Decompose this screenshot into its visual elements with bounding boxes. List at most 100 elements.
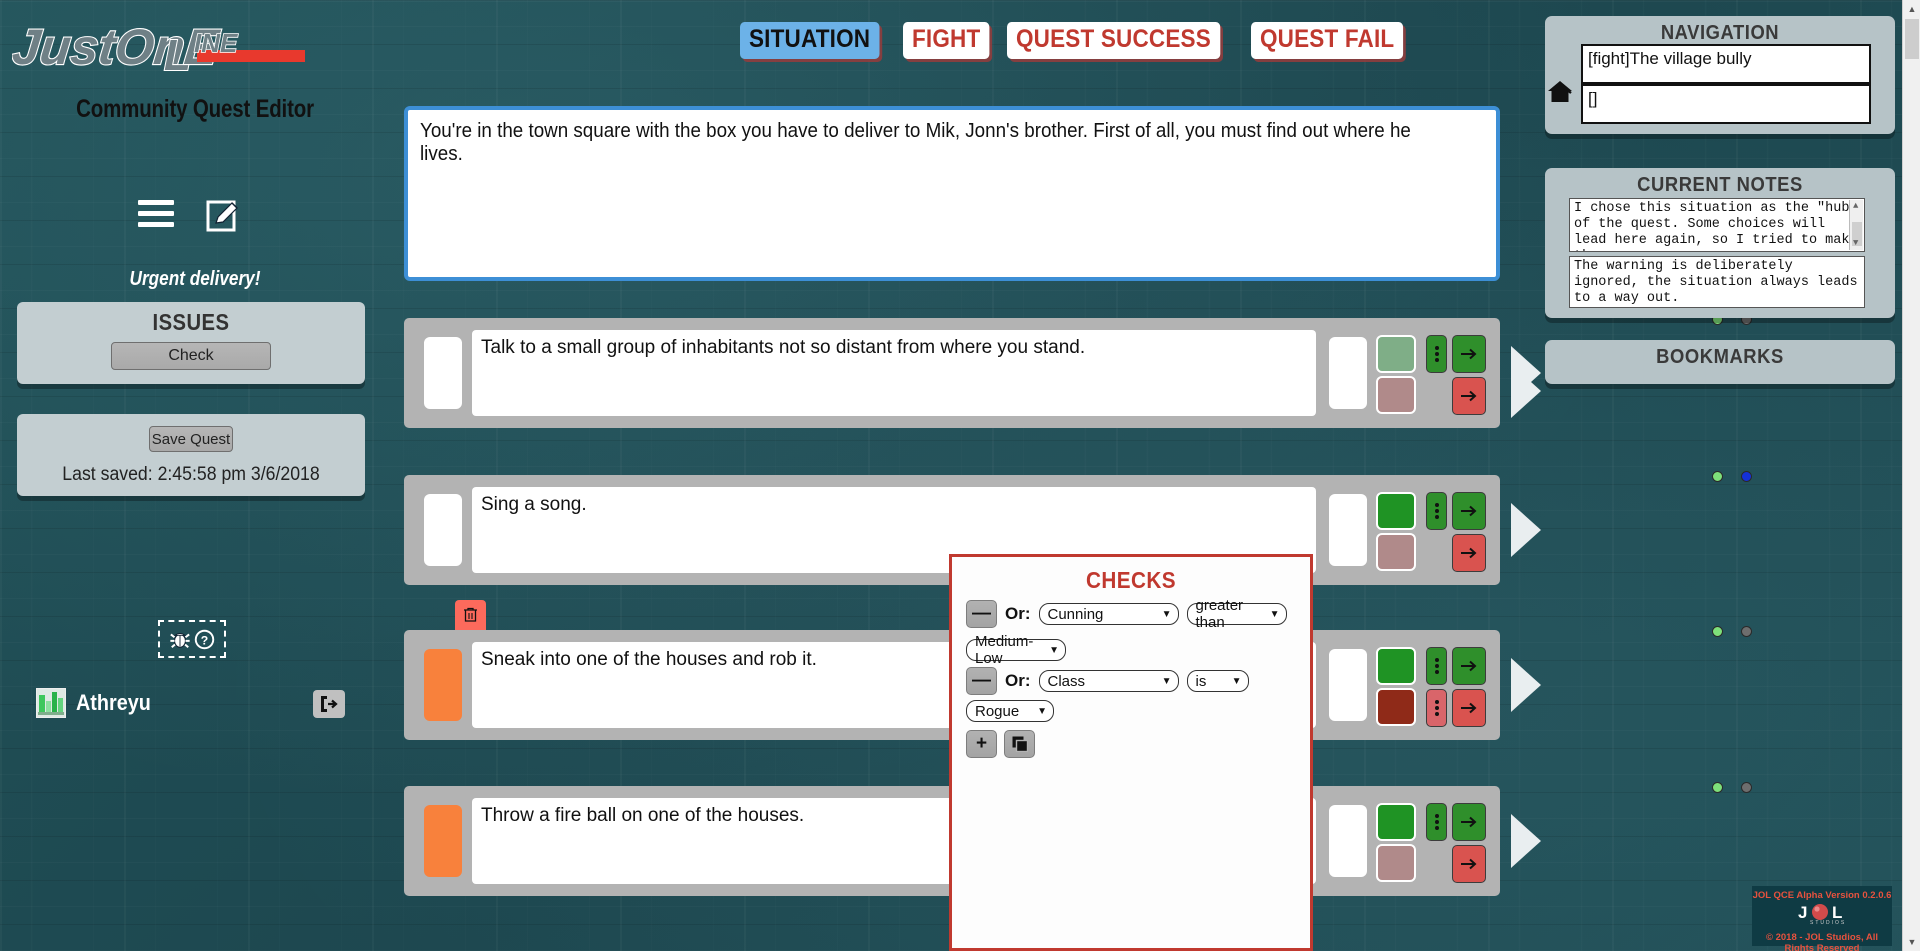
tab-situation[interactable]: SITUATION <box>740 22 879 59</box>
option-buttons <box>1426 335 1486 419</box>
status-dot-left[interactable] <box>1712 471 1723 482</box>
footer: JOL QCE Alpha Version 0.2.0.6 J L STUDIO… <box>1752 886 1892 946</box>
edit-pencil-icon[interactable] <box>206 198 242 232</box>
bug-icon[interactable] <box>169 628 191 650</box>
username-label: Athreyu <box>76 690 151 716</box>
svg-text:JustOnE: JustOnE <box>12 19 223 75</box>
option-status-dots <box>1712 624 1752 642</box>
option-expand-arrow[interactable] <box>1511 503 1541 557</box>
fail-swatch[interactable] <box>1376 844 1416 882</box>
success-menu-icon[interactable] <box>1426 647 1447 685</box>
remove-check-button-2[interactable]: — <box>966 667 997 695</box>
check-comparator-select-2[interactable]: is▼ <box>1187 670 1249 692</box>
success-swatch[interactable] <box>1376 492 1416 530</box>
bookmarks-expand-arrow[interactable] <box>1511 364 1541 418</box>
success-menu-icon[interactable] <box>1426 335 1447 373</box>
fail-goto-arrow-icon[interactable] <box>1452 534 1486 572</box>
success-swatch[interactable] <box>1376 335 1416 373</box>
status-dot-left[interactable] <box>1712 782 1723 793</box>
check-row-1: — Or: Cunning▼ greater than▼ Medium-Low▼ <box>952 594 1310 661</box>
success-menu-icon[interactable] <box>1426 803 1447 841</box>
question-circle-icon[interactable]: ? <box>194 629 215 650</box>
save-quest-button[interactable]: Save Quest <box>149 426 233 452</box>
tab-quest-fail[interactable]: QUEST FAIL <box>1251 22 1403 59</box>
success-goto-arrow-icon[interactable] <box>1452 803 1486 841</box>
current-notes-panel: CURRENT NOTES I chose this situation as … <box>1545 168 1895 318</box>
issues-title: ISSUES <box>38 302 344 336</box>
tab-fight[interactable]: FIGHT <box>903 22 989 59</box>
logout-icon[interactable] <box>313 690 345 718</box>
option-status-dots <box>1712 780 1752 798</box>
option-color-marker[interactable] <box>424 649 462 721</box>
scroll-thumb[interactable] <box>1905 19 1919 59</box>
check-attribute-select-1[interactable]: Cunning▼ <box>1039 603 1179 625</box>
hamburger-icon[interactable] <box>138 200 174 230</box>
option-buttons <box>1426 492 1486 576</box>
option-text[interactable]: Talk to a small group of inhabitants not… <box>472 330 1316 416</box>
check-value-select-1[interactable]: Medium-Low▼ <box>966 639 1066 661</box>
current-notes-field-1[interactable]: I chose this situation as the "hub" of t… <box>1569 198 1865 252</box>
scroll-down-button[interactable]: ▼ <box>1903 933 1920 951</box>
user-row[interactable]: Athreyu <box>36 688 159 718</box>
success-swatch[interactable] <box>1376 647 1416 685</box>
svg-text:?: ? <box>201 633 208 647</box>
bookmarks-panel[interactable]: BOOKMARKS <box>1545 340 1895 384</box>
option-secondary-box[interactable] <box>1329 649 1367 721</box>
check-attribute-select-2[interactable]: Class▼ <box>1039 670 1179 692</box>
status-dot-right[interactable] <box>1741 626 1752 637</box>
app-logo[interactable]: JustOnE L INE <box>12 14 382 84</box>
footer-copyright: © 2018 - JOL Studios, All Rights Reserve… <box>1752 932 1892 951</box>
success-goto-arrow-icon[interactable] <box>1452 647 1486 685</box>
success-menu-icon[interactable] <box>1426 492 1447 530</box>
check-comparator-select-1[interactable]: greater than▼ <box>1187 603 1287 625</box>
success-goto-arrow-icon[interactable] <box>1452 335 1486 373</box>
tab-quest-success[interactable]: QUEST SUCCESS <box>1007 22 1220 59</box>
option-secondary-box[interactable] <box>1329 805 1367 877</box>
option-secondary-box[interactable] <box>1329 494 1367 566</box>
status-dot-right[interactable] <box>1741 471 1752 482</box>
bug-report-box[interactable]: ? <box>158 620 226 658</box>
option-color-marker[interactable] <box>424 337 462 409</box>
copy-icon[interactable] <box>1004 730 1035 758</box>
fail-goto-arrow-icon[interactable] <box>1452 845 1486 883</box>
check-button[interactable]: Check <box>111 342 271 370</box>
quest-title: Urgent delivery! <box>27 268 362 291</box>
navigation-field-1[interactable]: [fight]The village bully <box>1581 44 1871 84</box>
status-dot-left[interactable] <box>1712 626 1723 637</box>
fail-swatch[interactable] <box>1376 376 1416 414</box>
home-icon[interactable] <box>1547 80 1573 104</box>
fail-menu-icon[interactable] <box>1426 689 1447 727</box>
option-secondary-box[interactable] <box>1329 337 1367 409</box>
add-check-button[interactable]: + <box>966 730 997 758</box>
tab-bar: SITUATION FIGHT QUEST SUCCESS QUEST FAIL <box>740 22 1420 59</box>
note-1-text: I chose this situation as the "hub" of t… <box>1574 201 1858 252</box>
check-value-select-2[interactable]: Rogue▼ <box>966 700 1054 722</box>
remove-check-button-1[interactable]: — <box>966 600 997 628</box>
fail-swatch[interactable] <box>1376 688 1416 726</box>
current-notes-field-2[interactable]: The warning is deliberately ignored, the… <box>1569 256 1865 308</box>
page-scrollbar[interactable]: ▲ ▼ <box>1902 0 1920 951</box>
option-color-marker[interactable] <box>424 494 462 566</box>
svg-text:L: L <box>164 31 191 80</box>
navigation-title: NAVIGATION <box>1559 16 1881 45</box>
option-color-marker[interactable] <box>424 805 462 877</box>
fail-goto-arrow-icon[interactable] <box>1452 377 1486 415</box>
issues-panel: ISSUES Check <box>17 302 365 384</box>
option-swatches <box>1376 803 1418 882</box>
check-or-label-1: Or: <box>1005 604 1031 624</box>
option-expand-arrow[interactable] <box>1511 658 1541 712</box>
navigation-field-2[interactable]: [] <box>1581 84 1871 124</box>
fail-goto-arrow-icon[interactable] <box>1452 689 1486 727</box>
success-goto-arrow-icon[interactable] <box>1452 492 1486 530</box>
fail-swatch[interactable] <box>1376 533 1416 571</box>
check-or-label-2: Or: <box>1005 671 1031 691</box>
status-dot-right[interactable] <box>1741 782 1752 793</box>
delete-option-button[interactable] <box>455 600 486 630</box>
notes-scrollbar[interactable]: ▲ ▼ <box>1849 200 1863 250</box>
success-swatch[interactable] <box>1376 803 1416 841</box>
last-saved-label: Last saved: 2:45:58 pm 3/6/2018 <box>29 464 353 486</box>
option-expand-arrow[interactable] <box>1511 814 1541 868</box>
check-row-2: — Or: Class▼ is▼ Rogue▼ + <box>952 661 1310 758</box>
scroll-up-button[interactable]: ▲ <box>1903 0 1920 18</box>
situation-textarea[interactable]: You're in the town square with the box y… <box>404 106 1500 281</box>
